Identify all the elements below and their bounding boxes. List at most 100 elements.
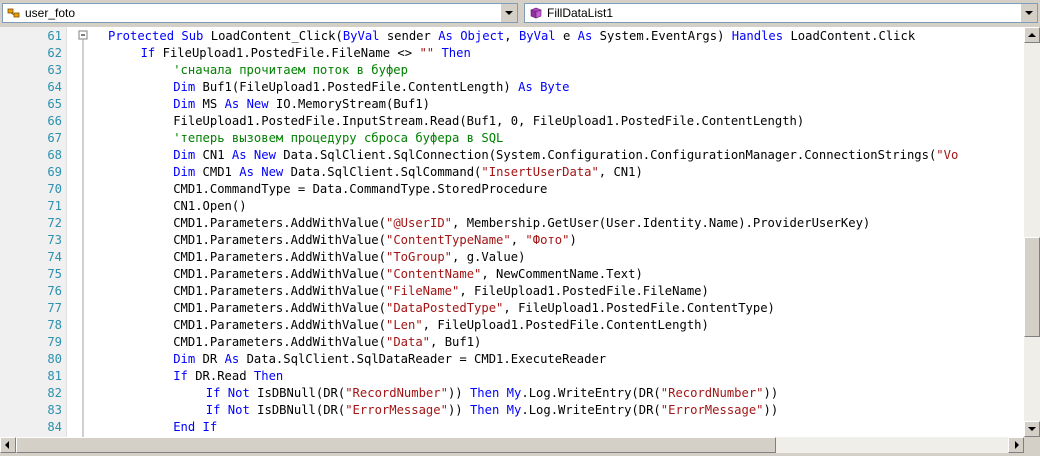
code-line[interactable]: 62 If FileUpload1.PostedFile.FileName <> …	[0, 45, 1024, 62]
keyword-token: Protected Sub	[108, 29, 204, 43]
line-number: 81	[47, 369, 62, 383]
code-token: ))	[447, 386, 470, 400]
keyword-token: As New	[224, 97, 269, 111]
code-line[interactable]: 77 CMD1.Parameters.AddWithValue("DataPost…	[0, 300, 1024, 317]
code-line[interactable]: 66 FileUpload1.PostedFile.InputStream.Rea…	[0, 113, 1024, 130]
code-token: ,	[510, 233, 526, 247]
string-token: "ErrorMessage"	[345, 403, 448, 417]
code-line[interactable]: 72 CMD1.Parameters.AddWithValue("@UserID"…	[0, 215, 1024, 232]
line-number: 82	[47, 386, 62, 400]
code-token: , NewCommentName.Text)	[481, 267, 643, 281]
code-token: FileUpload1.PostedFile.InputStream.Read(…	[173, 114, 805, 128]
code-text: 'теперь вызовем процедуру сброса буфера …	[173, 130, 503, 147]
string-token: "Vo	[936, 148, 959, 162]
code-line[interactable]: 75 CMD1.Parameters.AddWithValue("ContentN…	[0, 266, 1024, 283]
class-icon	[7, 8, 20, 18]
code-line[interactable]: 65 Dim MS As New IO.MemoryStream(Buf1)	[0, 96, 1024, 113]
code-line[interactable]: 69 Dim CMD1 As New Data.SqlClient.SqlComm…	[0, 164, 1024, 181]
keyword-token: If	[173, 369, 188, 383]
horizontal-scroll-thumb[interactable]	[16, 437, 776, 453]
code-token: CN1	[195, 148, 232, 162]
horizontal-scrollbar[interactable]	[0, 437, 1024, 453]
code-line[interactable]: 80 Dim DR As Data.SqlClient.SqlDataReader…	[0, 351, 1024, 368]
vertical-scroll-thumb[interactable]	[1024, 237, 1040, 337]
code-line[interactable]: 76 CMD1.Parameters.AddWithValue("FileName…	[0, 283, 1024, 300]
line-number: 63	[47, 63, 62, 77]
method-dropdown-label: FillDataList1	[547, 6, 614, 20]
code-text: If Not IsDBNull(DR("RecordNumber")) Then…	[206, 385, 778, 402]
code-line[interactable]: 84 End If	[0, 419, 1024, 436]
string-token: "InsertUserData"	[481, 165, 599, 179]
line-number: 71	[47, 199, 62, 213]
scroll-up-button[interactable]	[1024, 27, 1040, 43]
code-line[interactable]: 64 Dim Buf1(FileUpload1.PostedFile.Conten…	[0, 79, 1024, 96]
code-token: CMD1.Parameters.AddWithValue(	[173, 335, 386, 349]
code-text: CMD1.Parameters.AddWithValue("Len", File…	[173, 317, 709, 334]
string-token: "ContentName"	[385, 267, 482, 281]
line-number: 72	[47, 216, 62, 230]
code-line[interactable]: 63 'сначала прочитаем поток в буфер	[0, 62, 1024, 79]
line-number: 75	[47, 267, 62, 281]
code-text: If FileUpload1.PostedFile.FileName <> ""…	[141, 45, 471, 62]
code-editor[interactable]: 61 Protected Sub LoadContent_Click(ByVal …	[0, 27, 1024, 437]
code-token: )	[569, 233, 577, 247]
keyword-token: As Object	[438, 29, 505, 43]
keyword-token: Dim	[173, 80, 196, 94]
line-number: 77	[47, 301, 62, 315]
keyword-token: If	[140, 46, 156, 60]
line-number: 84	[47, 420, 62, 434]
code-token: DR	[195, 352, 225, 366]
line-number: 74	[47, 250, 62, 264]
line-number: 80	[47, 352, 62, 366]
string-token: "ToGroup"	[385, 250, 453, 264]
code-token: IO.MemoryStream(Buf1)	[268, 97, 431, 111]
string-token: "@UserID"	[385, 216, 453, 230]
string-token: "Len"	[385, 318, 423, 332]
code-text: Dim DR As Data.SqlClient.SqlDataReader =…	[173, 351, 606, 368]
code-line[interactable]: 61 Protected Sub LoadContent_Click(ByVal …	[0, 28, 1024, 45]
scroll-down-button[interactable]	[1024, 421, 1040, 437]
code-line[interactable]: 82 If Not IsDBNull(DR("RecordNumber")) Th…	[0, 385, 1024, 402]
code-text: Dim Buf1(FileUpload1.PostedFile.ContentL…	[173, 79, 569, 96]
vertical-scrollbar[interactable]	[1024, 27, 1040, 437]
code-token: Data.SqlClient.SqlCommand(	[283, 165, 482, 179]
code-line[interactable]: 73 CMD1.Parameters.AddWithValue("ContentT…	[0, 232, 1024, 249]
code-line[interactable]: 78 CMD1.Parameters.AddWithValue("Len", Fi…	[0, 317, 1024, 334]
code-token: FileUpload1.PostedFile.FileName <>	[155, 46, 420, 60]
method-dropdown[interactable]: FillDataList1	[524, 3, 1038, 23]
method-icon	[530, 7, 542, 19]
scroll-right-button[interactable]	[1008, 437, 1024, 453]
keyword-token: Then	[253, 369, 284, 383]
class-dropdown-button[interactable]	[500, 4, 517, 22]
keyword-token: Handles	[731, 29, 784, 43]
code-line[interactable]: 70 CMD1.CommandType = Data.CommandType.St…	[0, 181, 1024, 198]
line-number: 61	[47, 29, 62, 43]
code-token: , CN1)	[598, 165, 643, 179]
code-line[interactable]: 81 If DR.Read Then	[0, 368, 1024, 385]
code-line[interactable]: 79 CMD1.Parameters.AddWithValue("Data", B…	[0, 334, 1024, 351]
code-text: CMD1.Parameters.AddWithValue("ToGroup", …	[173, 249, 525, 266]
code-token: , FileUpload1.PostedFile.FileName)	[459, 284, 709, 298]
scroll-left-button[interactable]	[0, 437, 16, 453]
code-token: CMD1.CommandType = Data.CommandType.Stor…	[173, 182, 548, 196]
class-dropdown[interactable]: user_foto	[2, 3, 518, 23]
string-token: "FileName"	[385, 284, 460, 298]
code-text: FileUpload1.PostedFile.InputStream.Read(…	[173, 113, 804, 130]
code-line[interactable]: 83 If Not IsDBNull(DR("ErrorMessage")) Th…	[0, 402, 1024, 419]
line-number: 69	[47, 165, 62, 179]
string-token: "ErrorMessage"	[660, 403, 764, 417]
code-line[interactable]: 68 Dim CN1 As New Data.SqlClient.SqlConne…	[0, 147, 1024, 164]
code-token: , FileUpload1.PostedFile.ContentType)	[503, 301, 775, 315]
code-line[interactable]: 67 'теперь вызовем процедуру сброса буфер…	[0, 130, 1024, 147]
code-text: If DR.Read Then	[173, 368, 283, 385]
code-token: ))	[763, 386, 779, 400]
code-text: Dim MS As New IO.MemoryStream(Buf1)	[173, 96, 430, 113]
code-token: ,	[504, 29, 519, 43]
code-line[interactable]: 74 CMD1.Parameters.AddWithValue("ToGroup"…	[0, 249, 1024, 266]
code-text: CMD1.Parameters.AddWithValue("DataPosted…	[173, 300, 775, 317]
method-dropdown-button[interactable]	[1020, 4, 1037, 22]
code-line[interactable]: 71 CN1.Open()	[0, 198, 1024, 215]
code-token: CMD1.Parameters.AddWithValue(	[173, 233, 386, 247]
string-token: "RecordNumber"	[345, 386, 448, 400]
